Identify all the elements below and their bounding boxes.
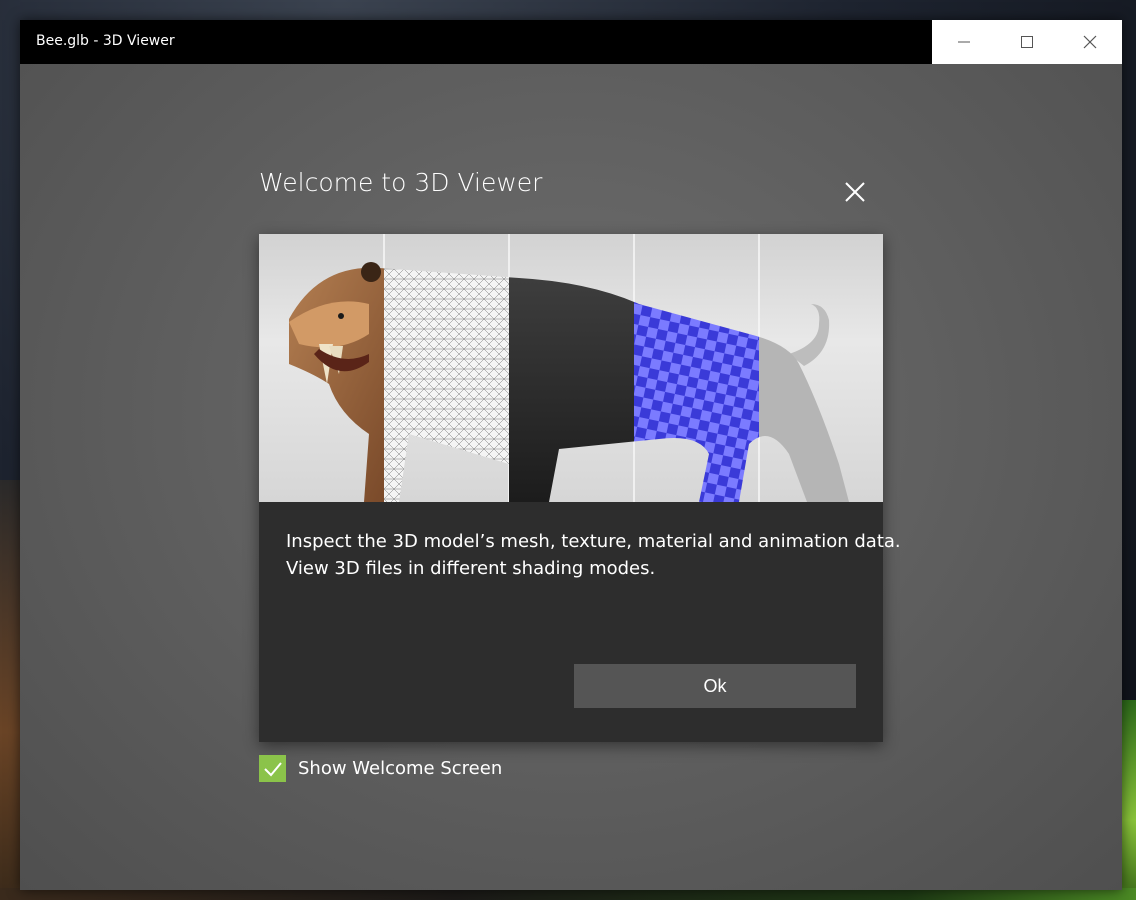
maximize-button[interactable] bbox=[995, 20, 1058, 64]
welcome-description: Inspect the 3D model’s mesh, texture, ma… bbox=[286, 528, 901, 582]
description-line-1: Inspect the 3D model’s mesh, texture, ma… bbox=[286, 531, 901, 552]
minimize-button[interactable] bbox=[932, 20, 995, 64]
maximize-icon bbox=[1020, 36, 1033, 48]
dialog-title: Welcome to 3D Viewer bbox=[259, 168, 543, 197]
show-welcome-checkbox[interactable] bbox=[259, 755, 286, 782]
app-window: Bee.glb - 3D Viewer Welcome to 3D Viewer bbox=[20, 20, 1122, 890]
title-bar: Bee.glb - 3D Viewer bbox=[20, 20, 1122, 64]
checkmark-icon bbox=[263, 761, 282, 776]
caption-buttons bbox=[932, 20, 1122, 64]
hero-image bbox=[259, 234, 883, 502]
minimize-icon bbox=[957, 41, 970, 43]
close-icon bbox=[845, 182, 865, 202]
welcome-card: Inspect the 3D model’s mesh, texture, ma… bbox=[259, 234, 901, 742]
description-line-2: View 3D files in different shading modes… bbox=[286, 558, 656, 579]
dialog-close-button[interactable] bbox=[841, 178, 869, 206]
close-icon bbox=[1083, 35, 1096, 49]
saber-tooth-illustration bbox=[289, 234, 849, 502]
show-welcome-checkbox-row[interactable]: Show Welcome Screen bbox=[259, 755, 502, 782]
ok-button[interactable]: Ok bbox=[574, 664, 856, 708]
window-close-button[interactable] bbox=[1058, 20, 1121, 64]
show-welcome-label: Show Welcome Screen bbox=[298, 758, 503, 779]
desktop-background-right bbox=[1120, 700, 1136, 900]
window-title: Bee.glb - 3D Viewer bbox=[36, 33, 175, 49]
